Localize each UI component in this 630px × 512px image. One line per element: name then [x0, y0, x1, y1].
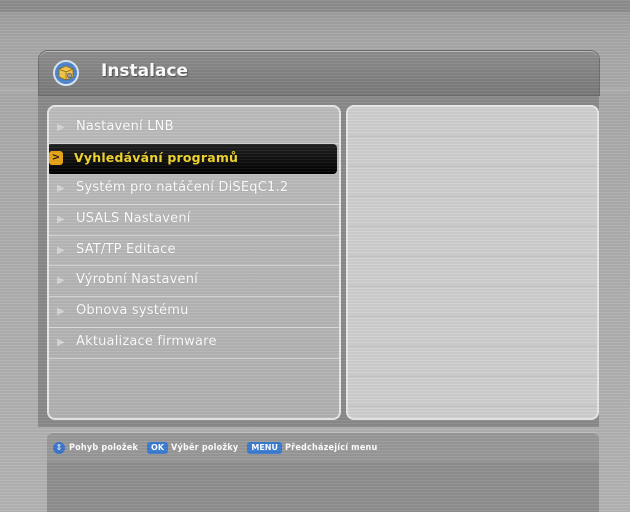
screen-top-band: [0, 0, 630, 12]
up-down-icon: ⇕: [53, 442, 65, 454]
chevron-right-icon: ▶: [57, 122, 65, 133]
menu-panel: ▶ Nastavení LNB > Vyhledávání programů ▶…: [47, 105, 341, 420]
menu-item-label: SAT/TP Editace: [76, 241, 176, 257]
menu-item-usals[interactable]: ▶ USALS Nastavení: [49, 205, 339, 236]
help-menu-label: Předcházející menu: [285, 443, 378, 453]
menu-item-label: Výrobní Nastavení: [76, 272, 198, 288]
menu-item-system-restore[interactable]: ▶ Obnova systému: [49, 297, 339, 328]
menu-item-label: Aktualizace firmware: [76, 333, 217, 349]
info-panel: [346, 105, 599, 420]
help-move-label: Pohyb položek: [69, 443, 139, 453]
chevron-right-icon: ▶: [57, 275, 65, 287]
menu-item-diseqc[interactable]: ▶ Systém pro natáčení DiSEqC1.2: [49, 174, 339, 206]
menu-item-label: Vyhledávání programů: [74, 149, 239, 165]
menu-item-firmware-update[interactable]: ▶ Aktualizace firmware: [49, 328, 339, 359]
chevron-right-icon: ▶: [57, 306, 65, 318]
gear-box-icon: [53, 60, 79, 86]
chevron-right-icon: ▶: [57, 214, 65, 226]
menu-key-badge: MENU: [247, 442, 282, 454]
menu-item-channel-search[interactable]: > Vyhledávání programů: [49, 143, 337, 175]
ok-key-badge: OK: [147, 442, 169, 454]
help-row: ⇕ Pohyb položek OK Výběr položky MENU Př…: [53, 442, 386, 454]
menu-item-label: Obnova systému: [76, 303, 189, 319]
menu-item-sat-tp-edit[interactable]: ▶ SAT/TP Editace: [49, 236, 339, 267]
chevron-right-icon: >: [49, 150, 63, 165]
page-title: Instalace: [101, 61, 189, 81]
menu-item-label: Systém pro natáčení DiSEqC1.2: [76, 180, 289, 196]
chevron-right-icon: ▶: [57, 183, 65, 195]
lower-area: [47, 462, 599, 512]
help-ok-label: Výběr položky: [171, 443, 239, 453]
menu-list: ▶ Nastavení LNB > Vyhledávání programů ▶…: [49, 113, 339, 359]
chevron-right-icon: ▶: [57, 244, 65, 256]
chevron-right-icon: ▶: [57, 336, 65, 348]
help-bar: ⇕ Pohyb položek OK Výběr položky MENU Př…: [47, 432, 599, 463]
title-bar: Instalace: [38, 50, 600, 96]
menu-item-label: Nastavení LNB: [76, 119, 174, 134]
menu-item-label: USALS Nastavení: [76, 211, 191, 227]
menu-item-lnb-settings[interactable]: ▶ Nastavení LNB: [49, 113, 339, 144]
menu-item-factory-settings[interactable]: ▶ Výrobní Nastavení: [49, 266, 339, 298]
